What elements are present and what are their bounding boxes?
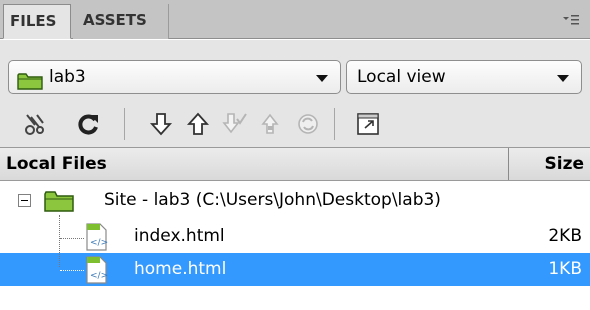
get-files-icon[interactable] <box>147 110 175 138</box>
synchronize-icon[interactable] <box>294 110 322 138</box>
view-select[interactable]: Local view <box>346 60 582 94</box>
site-select-value: lab3 <box>49 67 86 87</box>
column-header-size[interactable]: Size <box>545 148 585 180</box>
site-root-label: Site - lab3 (C:\Users\John\Desktop\lab3) <box>104 190 441 210</box>
tree-row-file[interactable]: </> index.html 2KB <box>0 220 590 253</box>
collapse-icon[interactable] <box>18 194 31 207</box>
check-in-icon[interactable] <box>257 110 285 138</box>
tab-assets[interactable]: ASSETS <box>73 4 169 39</box>
site-select[interactable]: lab3 <box>8 60 341 94</box>
files-toolbar-area: lab3 Local view <box>0 40 590 147</box>
tab-files[interactable]: FILES <box>3 4 71 39</box>
file-tree: Site - lab3 (C:\Users\John\Desktop\lab3)… <box>0 182 590 310</box>
html-file-icon: </> <box>84 256 108 284</box>
column-header-local-files[interactable]: Local Files <box>6 148 107 180</box>
tree-connector-line <box>60 238 84 239</box>
check-out-icon[interactable] <box>221 110 249 138</box>
file-name: index.html <box>134 226 225 246</box>
folder-icon <box>17 69 43 90</box>
file-size: 2KB <box>548 226 582 246</box>
folder-icon <box>44 190 74 212</box>
chevron-down-icon <box>316 75 328 82</box>
svg-text:</>: </> <box>90 271 108 281</box>
toolbar-divider <box>334 108 335 140</box>
refresh-icon[interactable] <box>74 110 102 138</box>
tree-row-file-selected[interactable]: </> home.html 1KB <box>0 253 590 286</box>
tree-row-site[interactable]: Site - lab3 (C:\Users\John\Desktop\lab3) <box>0 184 590 217</box>
tree-connector-line <box>59 215 60 267</box>
html-file-icon: </> <box>84 223 108 251</box>
expand-panel-icon[interactable] <box>354 110 382 138</box>
connect-icon[interactable] <box>22 110 50 138</box>
file-name: home.html <box>134 259 227 279</box>
chevron-down-icon <box>557 75 569 82</box>
svg-text:</>: </> <box>90 238 108 248</box>
column-divider[interactable] <box>508 148 509 180</box>
panel-options-icon[interactable] <box>562 12 580 26</box>
file-list-header: Local Files Size <box>0 147 590 181</box>
file-size: 1KB <box>548 259 582 279</box>
panel-tab-bar: FILES ASSETS <box>0 0 590 39</box>
tree-connector-line <box>60 270 84 271</box>
put-files-icon[interactable] <box>184 110 212 138</box>
toolbar-divider <box>124 108 125 140</box>
view-select-value: Local view <box>357 67 446 87</box>
